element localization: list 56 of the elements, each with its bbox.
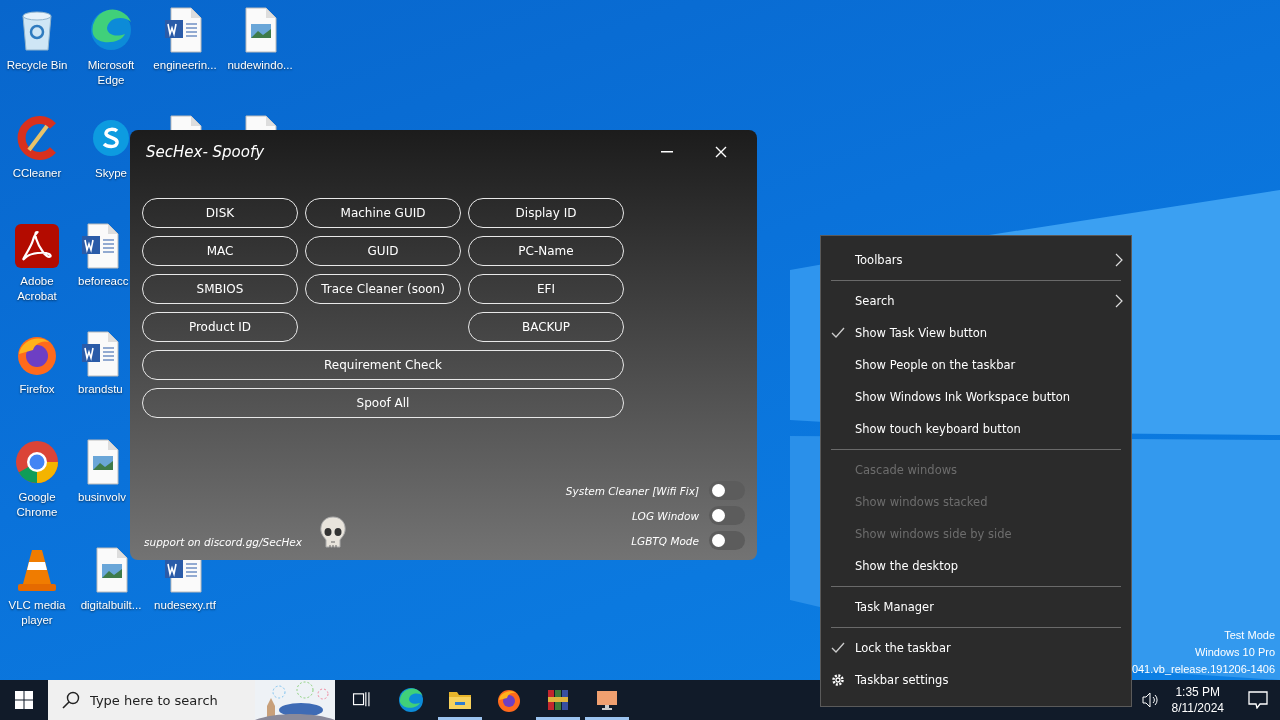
menu-item[interactable]: Show People on the taskbar <box>821 349 1131 381</box>
clock[interactable]: 1:35 PM 8/11/2024 <box>1171 684 1224 716</box>
menu-item[interactable]: Task Manager <box>821 591 1131 623</box>
toggle-label: System Cleaner [Wifi Fix] <box>565 484 699 497</box>
desktop-icon-label[interactable]: CCleaner <box>12 166 62 181</box>
desktop-icon-label[interactable]: Adobe Acrobat <box>1 274 73 304</box>
toggle-switch[interactable] <box>709 531 745 550</box>
toggle-label: LOG Window <box>632 509 699 522</box>
desktop-icon-label[interactable]: Recycle Bin <box>6 58 68 73</box>
menu-item[interactable]: Lock the taskbar <box>821 632 1131 664</box>
desktop-icon-label[interactable]: nudesexy.rtf <box>154 598 216 613</box>
desktop-icon-label[interactable]: nudewindo... <box>227 58 293 73</box>
checkmark-icon <box>831 327 845 339</box>
toggle-switch[interactable] <box>709 481 745 500</box>
edge-icon <box>398 687 424 713</box>
settings-icon <box>831 673 845 687</box>
chevron-right-icon <box>1115 294 1123 308</box>
toggle-label: LGBTQ Mode <box>631 534 699 547</box>
desktop-icon-label[interactable]: VLC media player <box>1 598 73 628</box>
desktop-icon-label[interactable]: Firefox <box>19 382 55 397</box>
menu-item[interactable]: Search <box>821 285 1131 317</box>
desktop-icon-label[interactable]: businvolv <box>78 490 126 505</box>
chrome-icon <box>13 438 61 486</box>
system-watermark-text: Test Mode <box>1224 628 1275 643</box>
desktop-icon-label[interactable]: digitalbuilt... <box>80 598 142 613</box>
skull-icon <box>318 516 348 550</box>
desktop-icon-label[interactable]: beforeacc <box>78 274 129 289</box>
desktop-icon-label[interactable]: engineerin... <box>153 58 217 73</box>
window-title: SecHex- Spoofy <box>146 143 265 161</box>
message-icon <box>1248 691 1268 709</box>
menu-item[interactable]: Show touch keyboard button <box>821 413 1131 445</box>
desktop-icon-label[interactable]: Skype <box>95 166 127 181</box>
menu-item[interactable]: Toolbars <box>821 244 1131 276</box>
menu-item[interactable]: Show Windows Ink Workspace button <box>821 381 1131 413</box>
desktop-icon-label[interactable]: Google Chrome <box>1 490 73 520</box>
close-icon <box>715 146 727 158</box>
books-icon <box>545 687 571 713</box>
checkmark-icon <box>831 642 845 654</box>
menu-item[interactable]: Show Task View button <box>821 317 1131 349</box>
menu-item[interactable]: Taskbar settings <box>821 664 1131 696</box>
windows-logo-icon <box>15 691 33 709</box>
system-watermark-text: Windows 10 Pro <box>1194 645 1275 660</box>
menu-item[interactable]: Show the desktop <box>821 550 1131 582</box>
search-icon <box>62 691 80 709</box>
desktop-icon-label[interactable]: brandstu <box>78 382 123 397</box>
desktop-icon-label[interactable]: Microsoft Edge <box>75 58 147 88</box>
acrobat-icon <box>13 222 61 270</box>
search-input[interactable]: Type here to search <box>90 692 246 708</box>
system-watermark-text: 041.vb_release.191206-1406 <box>1131 662 1275 677</box>
support-text: support on discord.gg/SecHex <box>144 536 302 548</box>
toggle-switch[interactable] <box>709 506 745 525</box>
minimize-icon <box>661 151 673 153</box>
search-field[interactable]: Type here to search <box>48 680 335 720</box>
chevron-right-icon <box>1115 253 1123 267</box>
firefox-icon <box>496 687 522 713</box>
speaker-icon[interactable] <box>1141 692 1160 708</box>
